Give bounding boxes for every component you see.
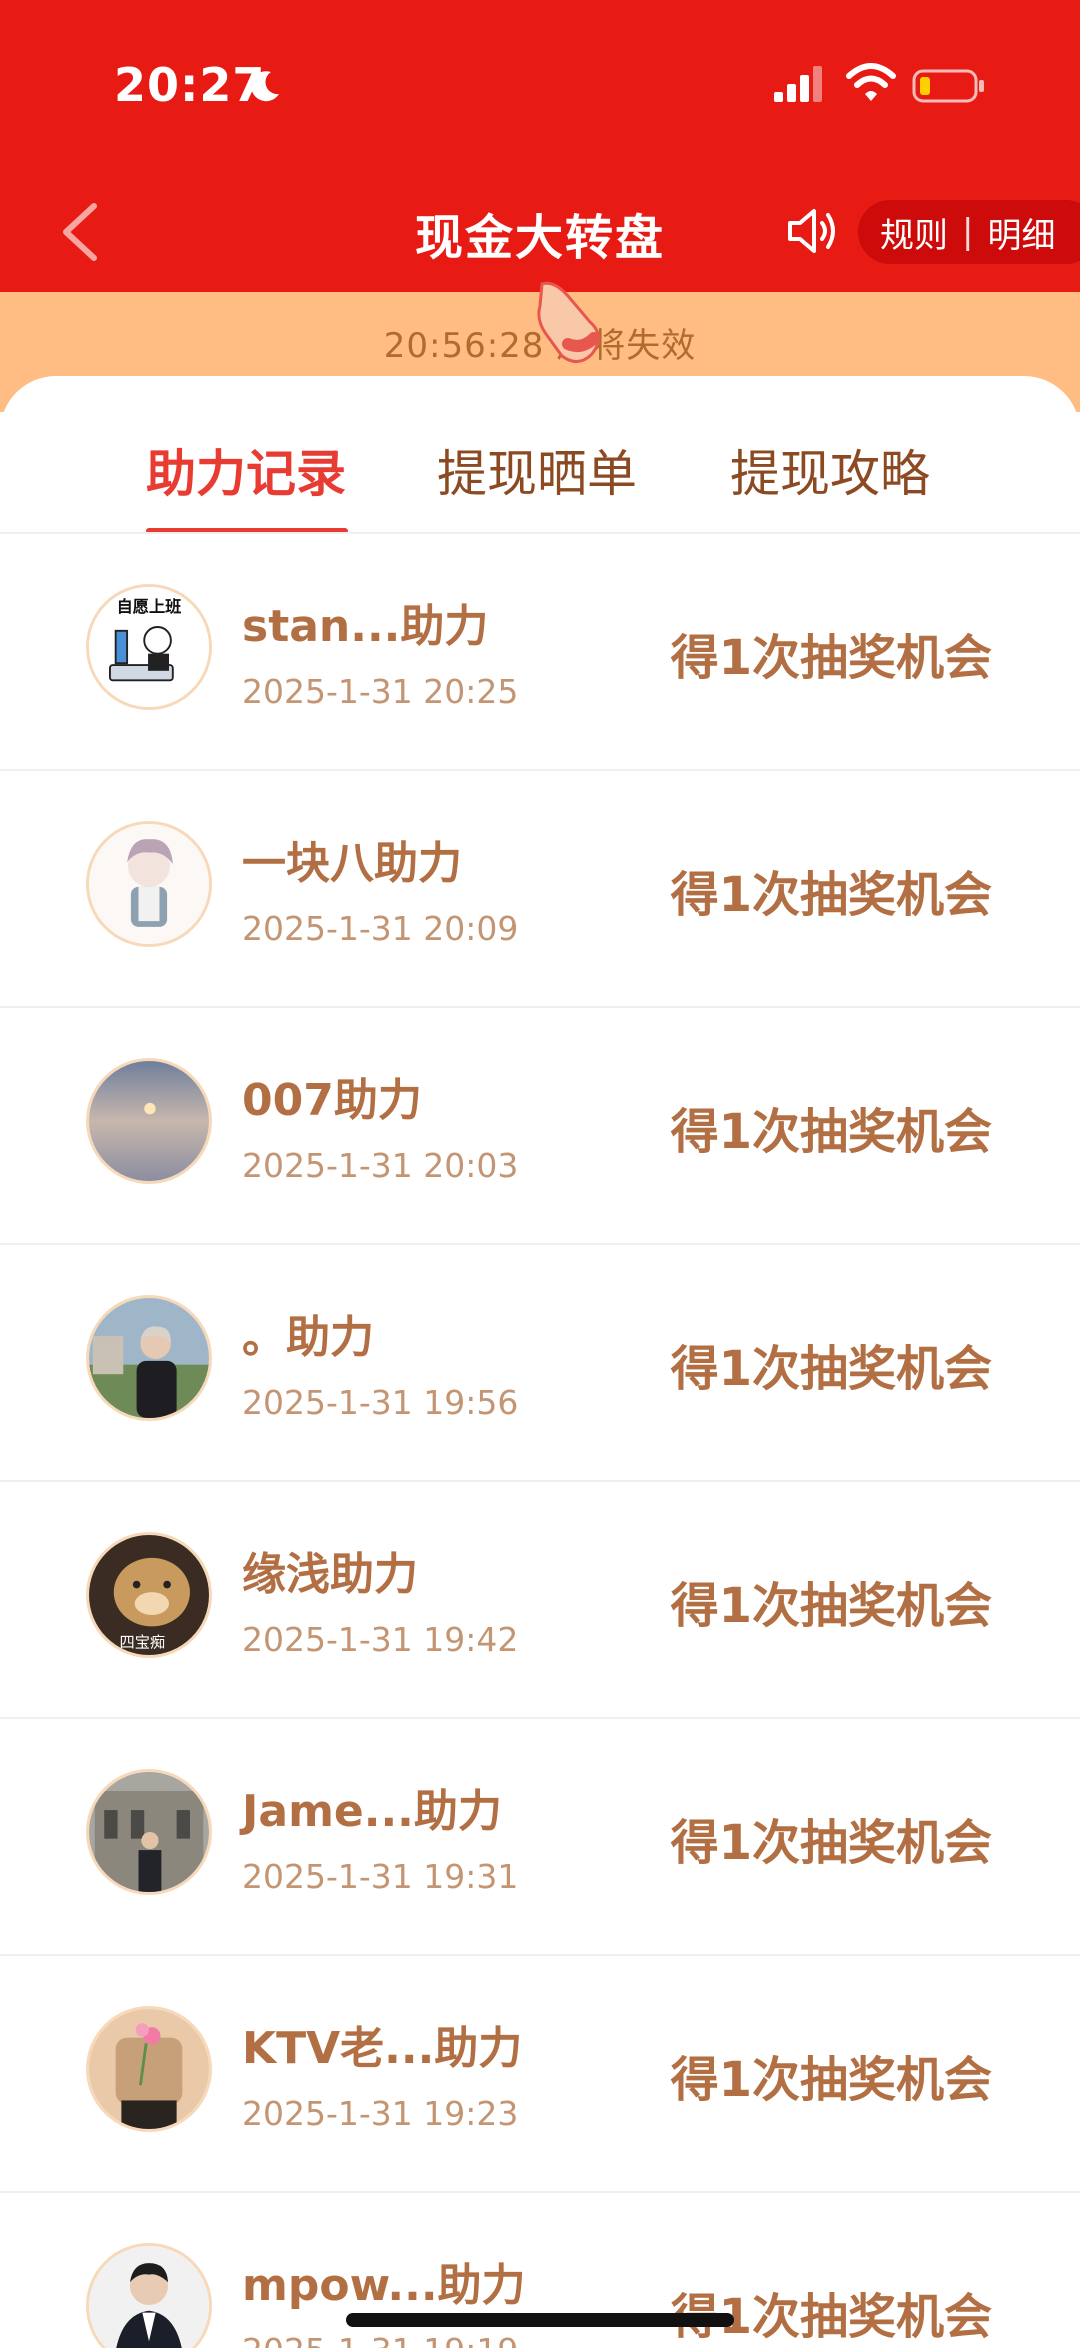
record-reward: 得1次抽奖机会 (670, 2052, 992, 2108)
header: 20:27 现金大转盘 规则 | 明细 (0, 0, 1080, 292)
records-list: 自愿上班 stan...助力 2025-1-31 20:25 得1次抽奖机会 一… (0, 534, 1080, 2348)
record-reward: 得1次抽奖机会 (670, 630, 992, 686)
record-time: 2025-1-31 19:42 (242, 1620, 519, 1659)
record-name: 一块八助力 (242, 838, 462, 889)
signal-icon (774, 66, 822, 102)
record-time: 2025-1-31 19:31 (242, 1857, 519, 1896)
tab-withdraw-guide[interactable]: 提现攻略 (730, 434, 930, 506)
speaker-icon[interactable] (786, 203, 836, 259)
avatar (86, 1769, 212, 1895)
record-reward: 得1次抽奖机会 (670, 1578, 992, 1634)
record-name: Jame...助力 (242, 1786, 502, 1837)
rules-button[interactable]: 规则 (880, 208, 948, 257)
record-time: 2025-1-31 19:23 (242, 2094, 519, 2133)
record-time: 2025-1-31 19:56 (242, 1383, 519, 1422)
avatar-caption: 四宝痴 (120, 1633, 166, 1651)
list-item: 四宝痴 缘浅助力 2025-1-31 19:42 得1次抽奖机会 (0, 1482, 1080, 1719)
record-name: stan...助力 (242, 601, 489, 652)
screen: 20:27 现金大转盘 规则 | 明细 20:56:28 后将失效 助力记录 提… (0, 0, 1080, 2348)
avatar: 自愿上班 (86, 584, 212, 710)
avatar-flowers-image (89, 2009, 209, 2129)
avatar-dog-image: 四宝痴 (89, 1535, 209, 1655)
status-time: 20:27 (114, 58, 266, 112)
avatar (86, 2243, 212, 2348)
avatar-caption: 自愿上班 (117, 597, 182, 616)
details-button[interactable]: 明细 (987, 208, 1055, 257)
list-item: 。助力 2025-1-31 19:56 得1次抽奖机会 (0, 1245, 1080, 1482)
avatar-building-image (89, 1772, 209, 1892)
record-time: 2025-1-31 20:09 (242, 909, 519, 948)
pill-separator: | (962, 212, 974, 252)
list-item: 007助力 2025-1-31 20:03 得1次抽奖机会 (0, 1008, 1080, 1245)
record-time: 2025-1-31 20:25 (242, 672, 519, 711)
avatar-person-outdoor-image (89, 1298, 209, 1418)
home-indicator[interactable] (346, 2313, 734, 2327)
avatar-suit-image (89, 2246, 209, 2348)
list-item: 一块八助力 2025-1-31 20:09 得1次抽奖机会 (0, 771, 1080, 1008)
record-name: 缘浅助力 (242, 1549, 418, 1600)
record-reward: 得1次抽奖机会 (670, 867, 992, 923)
avatar (86, 1295, 212, 1421)
record-name: KTV老...助力 (242, 2023, 523, 2074)
tab-help-records[interactable]: 助力记录 (146, 434, 346, 506)
record-reward: 得1次抽奖机会 (670, 1815, 992, 1871)
list-item: Jame...助力 2025-1-31 19:31 得1次抽奖机会 (0, 1719, 1080, 1956)
avatar-cartoon-desk-image: 自愿上班 (89, 587, 209, 707)
avatar: 四宝痴 (86, 1532, 212, 1658)
avatar (86, 2006, 212, 2132)
tab-withdraw-showcase[interactable]: 提现晒单 (437, 434, 637, 506)
record-reward: 得1次抽奖机会 (670, 1341, 992, 1397)
avatar-sky-image (89, 1061, 209, 1181)
pointing-finger-icon (537, 281, 600, 363)
record-reward: 得1次抽奖机会 (670, 2289, 992, 2345)
avatar-anime-boy-image (89, 824, 209, 944)
avatar (86, 1058, 212, 1184)
record-reward: 得1次抽奖机会 (670, 1104, 992, 1160)
tab-bar: 助力记录 提现晒单 提现攻略 (0, 376, 1080, 534)
record-time: 2025-1-31 19:19 (242, 2331, 518, 2348)
rules-details-pill: 规则 | 明细 (858, 200, 1080, 264)
moon-icon (251, 71, 279, 102)
record-time: 2025-1-31 20:03 (242, 1146, 519, 1185)
battery-icon (912, 69, 984, 103)
record-name: 007助力 (242, 1075, 422, 1126)
record-name: mpow...助力 (242, 2260, 526, 2311)
list-item: 自愿上班 stan...助力 2025-1-31 20:25 得1次抽奖机会 (0, 534, 1080, 771)
record-name: 。助力 (242, 1312, 374, 1363)
list-item: KTV老...助力 2025-1-31 19:23 得1次抽奖机会 (0, 1956, 1080, 2193)
avatar (86, 821, 212, 947)
wifi-icon (846, 63, 896, 101)
